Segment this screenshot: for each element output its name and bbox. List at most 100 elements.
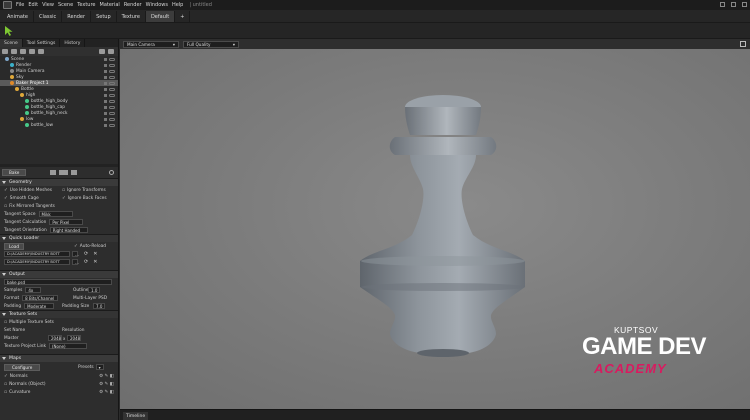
visibility-eye-icon[interactable] — [109, 117, 115, 121]
padding-size-field[interactable]: 7.0 — [93, 303, 105, 309]
output-path-field[interactable]: bake.psd — [4, 279, 112, 285]
menu-scene[interactable]: Scene — [58, 2, 73, 8]
multi-layer-psd-label[interactable]: Multi-Layer PSD — [73, 296, 107, 301]
close-icon[interactable] — [742, 2, 747, 7]
visibility-eye-icon[interactable] — [109, 63, 115, 67]
bake-settings-icon[interactable] — [50, 170, 57, 175]
texture-project-link-select[interactable]: (None) — [48, 343, 87, 349]
load-button[interactable]: Load — [4, 242, 25, 250]
add-tab-button[interactable]: + — [175, 11, 191, 22]
menu-texture[interactable]: Texture — [77, 2, 95, 8]
visibility-eye-icon[interactable] — [109, 99, 115, 103]
ignore-transforms-checkbox[interactable]: ▫ Ignore Transforms — [62, 188, 106, 193]
baker-add-icon[interactable] — [29, 49, 35, 54]
maximize-icon[interactable] — [731, 2, 736, 7]
presets-button[interactable]: Presets ▾ — [78, 364, 104, 370]
checkbox-empty-icon[interactable]: ▫ — [4, 382, 7, 387]
checkmark-icon[interactable]: ✓ — [4, 188, 8, 193]
tab-texture[interactable]: Texture — [117, 11, 146, 22]
high-mesh-path-field[interactable]: D:/ACADEMY/INDUSTRY BOTT — [4, 251, 70, 257]
tangent-orient-select[interactable]: Right Handed — [49, 227, 88, 233]
lock-icon[interactable] — [104, 63, 107, 67]
map-tools-icons[interactable]: ⚙ ✎ ◧ — [99, 382, 114, 387]
delete-icon[interactable] — [108, 49, 114, 54]
camera-icon[interactable] — [59, 170, 69, 175]
checkbox-empty-icon[interactable]: ▫ — [4, 204, 7, 209]
resolution-height-field[interactable]: 2048 — [67, 335, 81, 341]
reload-icon[interactable]: ⟳ — [84, 259, 88, 265]
menu-render[interactable]: Render — [124, 2, 142, 8]
help-icon[interactable] — [109, 170, 114, 175]
tree-item[interactable]: bottle_low — [0, 122, 118, 128]
menu-file[interactable]: File — [16, 2, 24, 8]
visibility-eye-icon[interactable] — [109, 111, 115, 115]
lock-icon[interactable] — [104, 117, 107, 121]
tab-history[interactable]: History — [60, 39, 86, 47]
quick-loader-header[interactable]: Quick Loader — [0, 234, 118, 242]
tab-render[interactable]: Render — [62, 11, 92, 22]
checkbox-empty-icon[interactable]: ▫ — [4, 390, 7, 395]
preview-icon[interactable] — [71, 170, 78, 175]
tab-setup[interactable]: Setup — [91, 11, 117, 22]
tab-timeline[interactable]: Timeline — [123, 412, 149, 420]
outlines-field[interactable]: 1.0 — [88, 287, 100, 293]
padding-select[interactable]: Moderate — [24, 303, 55, 309]
menu-help[interactable]: Help — [172, 2, 183, 8]
low-mesh-path-field[interactable]: D:/ACADEMY/INDUSTRY BOTT — [4, 259, 70, 265]
configure-button[interactable]: Configure — [4, 363, 41, 371]
menu-view[interactable]: View — [42, 2, 54, 8]
visibility-eye-icon[interactable] — [109, 57, 115, 61]
lock-icon[interactable] — [104, 99, 107, 103]
bake-button[interactable]: Bake — [2, 169, 27, 176]
map-tools-icons[interactable]: ⚙ ✎ ◧ — [99, 374, 114, 379]
minimize-icon[interactable] — [720, 2, 725, 7]
checkmark-icon[interactable]: ✓ — [4, 374, 8, 379]
menu-edit[interactable]: Edit — [28, 2, 38, 8]
browse-button[interactable]: … — [72, 251, 79, 257]
visibility-eye-icon[interactable] — [109, 93, 115, 97]
lock-icon[interactable] — [104, 69, 107, 73]
camera-add-icon[interactable] — [20, 49, 26, 54]
folder-icon[interactable] — [99, 49, 105, 54]
select-cursor-icon[interactable] — [4, 26, 13, 36]
3d-viewport[interactable]: Main Camera ▾ Full Quality ▾ KUPTSOV GAM… — [120, 39, 750, 409]
texture-sets-header[interactable]: Texture Sets — [0, 310, 118, 318]
visibility-eye-icon[interactable] — [109, 87, 115, 91]
new-object-icon[interactable] — [2, 49, 8, 54]
menu-windows[interactable]: Windows — [146, 2, 168, 8]
light-icon[interactable] — [11, 49, 17, 54]
reload-icon[interactable]: ⟳ — [84, 251, 88, 257]
visibility-eye-icon[interactable] — [109, 81, 115, 85]
visibility-eye-icon[interactable] — [109, 105, 115, 109]
geometry-header[interactable]: Geometry — [0, 178, 118, 186]
tangent-calc-select[interactable]: Per Pixel — [49, 219, 84, 225]
visibility-eye-icon[interactable] — [109, 123, 115, 127]
visibility-eye-icon[interactable] — [109, 75, 115, 79]
lock-icon[interactable] — [104, 105, 107, 109]
tab-animate[interactable]: Animate — [2, 11, 34, 22]
tab-scene[interactable]: Scene — [0, 39, 23, 47]
lock-icon[interactable] — [104, 93, 107, 97]
resolution-width-field[interactable]: 2048 — [48, 335, 62, 341]
output-header[interactable]: Output — [0, 270, 118, 278]
lock-icon[interactable] — [104, 111, 107, 115]
ignore-back-faces-checkbox[interactable]: ✓ Ignore Back Faces — [62, 196, 107, 201]
auto-reload-checkbox[interactable]: ✓ Auto-Reload — [74, 244, 106, 249]
format-select[interactable]: 8 Bits/Channel — [22, 295, 59, 301]
map-tools-icons[interactable]: ⚙ ✎ ◧ — [99, 390, 114, 395]
maps-header[interactable]: Maps — [0, 354, 118, 362]
tab-default[interactable]: Default — [145, 11, 176, 22]
clear-icon[interactable]: ✕ — [93, 251, 97, 257]
tab-tool-settings[interactable]: Tool Settings — [23, 39, 61, 47]
checkbox-empty-icon[interactable]: ▫ — [4, 320, 7, 325]
material-icon[interactable] — [38, 49, 44, 54]
checkmark-icon[interactable]: ✓ — [4, 196, 8, 201]
tangent-space-select[interactable]: Mikk — [38, 211, 73, 217]
lock-icon[interactable] — [104, 57, 107, 61]
browse-button[interactable]: … — [72, 259, 79, 265]
lock-icon[interactable] — [104, 81, 107, 85]
lock-icon[interactable] — [104, 123, 107, 127]
visibility-eye-icon[interactable] — [109, 69, 115, 73]
lock-icon[interactable] — [104, 75, 107, 79]
menu-material[interactable]: Material — [100, 2, 120, 8]
